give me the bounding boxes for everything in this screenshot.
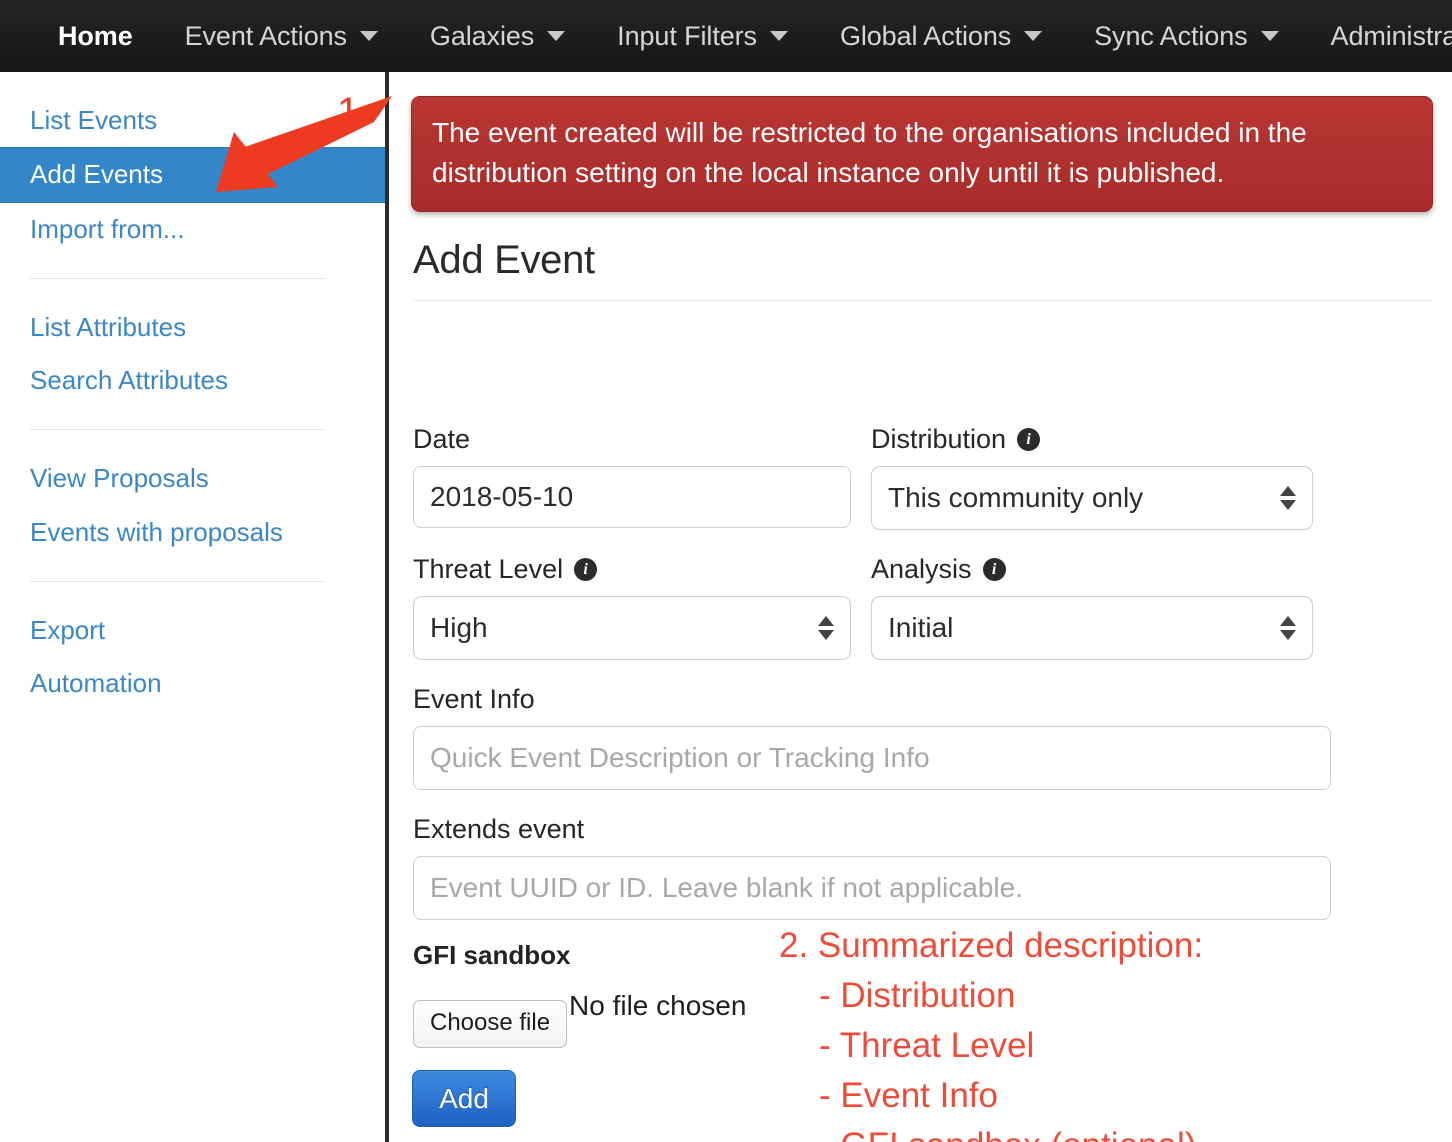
choose-file-button[interactable]: Choose file xyxy=(413,1000,567,1048)
nav-item-label: Home xyxy=(58,23,133,50)
nav-item-event-actions[interactable]: Event Actions xyxy=(185,23,378,50)
sidebar-item-label: Import from... xyxy=(30,214,185,244)
sidebar-item-label: Automation xyxy=(30,668,162,698)
distribution-select[interactable]: This community only xyxy=(871,466,1313,530)
select-stepper-icon xyxy=(1280,486,1296,510)
sidebar-item-list-attributes[interactable]: List Attributes xyxy=(0,301,385,354)
extends-event-label: Extends event xyxy=(413,814,584,845)
sidebar-item-export[interactable]: Export xyxy=(0,604,385,657)
sidebar-divider xyxy=(30,581,325,582)
sidebar-item-list-events[interactable]: List Events xyxy=(0,94,385,147)
analysis-select[interactable]: Initial xyxy=(871,596,1313,660)
nav-item-label: Sync Actions xyxy=(1094,23,1247,50)
main-content: The event created will be restricted to … xyxy=(393,72,1452,1142)
sidebar-item-label: Add Events xyxy=(30,159,163,189)
threat-level-label-text: Threat Level xyxy=(413,554,563,585)
nav-item-input-filters[interactable]: Input Filters xyxy=(617,23,788,50)
nav-item-home[interactable]: Home xyxy=(58,23,133,50)
nav-item-label: Global Actions xyxy=(840,23,1011,50)
select-stepper-icon xyxy=(1280,616,1296,640)
analysis-label: Analysis i xyxy=(871,554,1006,585)
sidebar-item-label: Export xyxy=(30,615,105,645)
sidebar-item-label: List Attributes xyxy=(30,312,186,342)
sidebar-item-search-attributes[interactable]: Search Attributes xyxy=(0,354,385,407)
chevron-down-icon xyxy=(770,31,788,41)
annotation-step-2-item-1: - Threat Level xyxy=(779,1028,1034,1063)
annotation-step-2-item-2: - Event Info xyxy=(779,1078,998,1113)
analysis-selected-value: Initial xyxy=(888,612,953,644)
distribution-label: Distribution i xyxy=(871,424,1040,455)
nav-item-label: Event Actions xyxy=(185,23,347,50)
nav-item-label: Galaxies xyxy=(430,23,534,50)
sidebar-item-label: View Proposals xyxy=(30,463,209,493)
threat-level-label: Threat Level i xyxy=(413,554,597,585)
sidebar-item-import-from[interactable]: Import from... xyxy=(0,203,385,256)
info-icon[interactable]: i xyxy=(983,558,1006,581)
nav-item-sync-actions[interactable]: Sync Actions xyxy=(1094,23,1278,50)
nav-item-label: Administration xyxy=(1331,23,1452,50)
date-label: Date xyxy=(413,424,470,455)
alert-message: The event created will be restricted to … xyxy=(432,117,1307,188)
page-title: Add Event xyxy=(413,238,595,283)
annotation-step-2-item-3: - GFI sandbox (optional) xyxy=(779,1128,1196,1142)
extends-event-label-text: Extends event xyxy=(413,814,584,845)
distribution-selected-value: This community only xyxy=(888,482,1143,514)
nav-item-galaxies[interactable]: Galaxies xyxy=(430,23,565,50)
sidebar-item-view-proposals[interactable]: View Proposals xyxy=(0,452,385,505)
date-label-text: Date xyxy=(413,424,470,455)
gfi-sandbox-label: GFI sandbox xyxy=(413,940,570,971)
annotation-step-2-item-0: - Distribution xyxy=(779,978,1015,1013)
file-status-text: No file chosen xyxy=(569,990,746,1022)
select-stepper-icon xyxy=(818,616,834,640)
info-icon[interactable]: i xyxy=(574,558,597,581)
sidebar-item-automation[interactable]: Automation xyxy=(0,657,385,710)
title-divider xyxy=(413,300,1433,301)
sidebar-item-label: List Events xyxy=(30,105,157,135)
chevron-down-icon xyxy=(360,31,378,41)
event-info-label: Event Info xyxy=(413,684,535,715)
sidebar-divider xyxy=(30,278,325,279)
annotation-step-1-number: 1. xyxy=(337,92,370,132)
nav-item-global-actions[interactable]: Global Actions xyxy=(840,23,1042,50)
event-info-label-text: Event Info xyxy=(413,684,535,715)
nav-item-label: Input Filters xyxy=(617,23,757,50)
top-navigation-bar: Home Event Actions Galaxies Input Filter… xyxy=(0,0,1452,72)
chevron-down-icon xyxy=(547,31,565,41)
distribution-label-text: Distribution xyxy=(871,424,1006,455)
threat-level-selected-value: High xyxy=(430,612,488,644)
info-icon[interactable]: i xyxy=(1017,428,1040,451)
sidebar-divider xyxy=(30,429,325,430)
warning-alert-banner: The event created will be restricted to … xyxy=(411,96,1433,212)
date-input[interactable] xyxy=(413,466,851,528)
threat-level-select[interactable]: High xyxy=(413,596,851,660)
nav-item-administration[interactable]: Administration xyxy=(1331,23,1452,50)
analysis-label-text: Analysis xyxy=(871,554,972,585)
sidebar-item-events-with-proposals[interactable]: Events with proposals xyxy=(0,506,385,559)
sidebar: List Events Add Events Import from... Li… xyxy=(0,72,389,1142)
add-button[interactable]: Add xyxy=(412,1070,516,1127)
sidebar-item-label: Search Attributes xyxy=(30,365,228,395)
sidebar-item-label: Events with proposals xyxy=(30,517,283,547)
event-info-input[interactable] xyxy=(413,726,1331,790)
chevron-down-icon xyxy=(1024,31,1042,41)
extends-event-input[interactable] xyxy=(413,856,1331,920)
sidebar-item-add-events[interactable]: Add Events xyxy=(0,147,385,202)
annotation-step-2-title: 2. Summarized description: xyxy=(779,928,1203,963)
chevron-down-icon xyxy=(1261,31,1279,41)
